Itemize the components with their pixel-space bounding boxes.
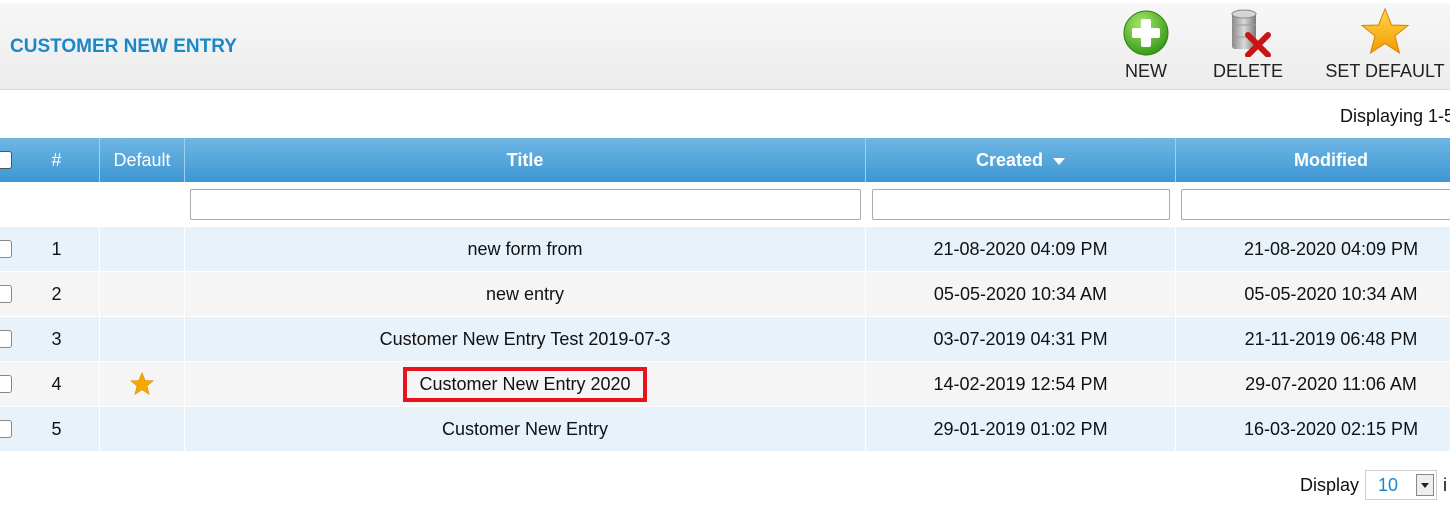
column-header-title[interactable]: Title: [185, 138, 866, 182]
created-filter-input[interactable]: [872, 189, 1170, 220]
set-default-label: SET DEFAULT: [1325, 61, 1445, 81]
new-label: NEW: [1125, 61, 1167, 81]
row-title[interactable]: Customer New Entry: [442, 419, 608, 440]
row-modified: 29-07-2020 11:06 AM: [1245, 373, 1417, 394]
row-checkbox[interactable]: [0, 240, 12, 258]
database-delete-icon: [1231, 9, 1271, 57]
column-header-default[interactable]: Default: [100, 138, 185, 182]
table-header: # Default Title Created Modified: [0, 138, 1450, 182]
row-created: 14-02-2019 12:54 PM: [866, 362, 1176, 406]
row-title-cell[interactable]: Customer New Entry 2020: [185, 362, 866, 406]
page-size-select[interactable]: 10: [1365, 470, 1438, 500]
set-default-button[interactable]: SET DEFAULT: [1318, 7, 1450, 82]
items-label: i: [1443, 474, 1448, 495]
row-default-cell: [100, 272, 185, 316]
row-modified: 21-11-2019 06:48 PM: [1244, 328, 1418, 349]
row-number: 5: [14, 407, 100, 451]
star-icon: [1360, 7, 1410, 55]
row-number: 4: [14, 362, 100, 406]
page-title: CUSTOMER NEW ENTRY: [10, 36, 237, 57]
column-header-modified[interactable]: Modified: [1176, 138, 1450, 182]
table-row[interactable]: 5 Customer New Entry 29-01-2019 01:02 PM 16…: [0, 407, 1450, 452]
column-header-num[interactable]: #: [14, 138, 100, 182]
row-created: 05-05-2020 10:34 AM: [866, 272, 1176, 316]
displaying-count: Displaying 1-5: [1340, 106, 1450, 126]
sort-descending-icon: [1053, 158, 1066, 165]
filter-row: [0, 182, 1450, 226]
row-created: 03-07-2019 04:31 PM: [866, 317, 1176, 361]
delete-label: DELETE: [1212, 61, 1284, 81]
row-checkbox[interactable]: [0, 285, 12, 303]
chevron-down-icon[interactable]: [1416, 474, 1435, 496]
row-number: 2: [14, 272, 100, 316]
column-header-created[interactable]: Created: [866, 138, 1176, 182]
row-checkbox[interactable]: [0, 420, 12, 438]
delete-button[interactable]: DELETE: [1205, 7, 1291, 82]
row-title[interactable]: new entry: [486, 284, 564, 305]
plus-circle-icon: [1123, 10, 1169, 56]
row-title-cell[interactable]: Customer New Entry: [185, 407, 866, 451]
row-checkbox[interactable]: [0, 330, 12, 348]
new-button[interactable]: NEW: [1118, 7, 1174, 82]
default-star-icon: [129, 371, 155, 396]
select-all-checkbox[interactable]: [0, 151, 12, 169]
table-row[interactable]: 3 Customer New Entry Test 2019-07-3 03-07-…: [0, 317, 1450, 362]
pagination-footer: Display 10 i: [1300, 470, 1447, 500]
row-title[interactable]: Customer New Entry Test 2019-07-3: [380, 329, 671, 350]
row-modified: 16-03-2020 02:15 PM: [1243, 418, 1419, 439]
row-modified: 21-08-2020 04:09 PM: [1243, 238, 1419, 259]
row-created: 21-08-2020 04:09 PM: [866, 227, 1176, 271]
table-row[interactable]: 2 new entry 05-05-2020 10:34 AM 05-05-2020 …: [0, 272, 1450, 317]
row-title-cell[interactable]: new form from: [185, 227, 866, 271]
row-title-cell[interactable]: new entry: [185, 272, 866, 316]
row-number: 1: [14, 227, 100, 271]
row-title-cell[interactable]: Customer New Entry Test 2019-07-3: [185, 317, 866, 361]
row-number: 3: [14, 317, 100, 361]
row-default-cell: [100, 362, 185, 406]
page-header: CUSTOMER NEW ENTRY NEW DELETE SET DEFAUL…: [0, 0, 1450, 90]
row-default-cell: [100, 407, 185, 451]
column-header-created-label: Created: [975, 149, 1044, 170]
row-created: 29-01-2019 01:02 PM: [866, 407, 1176, 451]
display-label: Display: [1300, 474, 1360, 495]
row-modified: 05-05-2020 10:34 AM: [1244, 283, 1418, 304]
row-title[interactable]: new form from: [467, 239, 582, 260]
title-filter-input[interactable]: [190, 189, 861, 220]
row-checkbox[interactable]: [0, 375, 12, 393]
highlighted-row-title[interactable]: Customer New Entry 2020: [403, 366, 647, 402]
page-size-value: 10: [1378, 475, 1399, 495]
row-default-cell: [100, 317, 185, 361]
table-row[interactable]: 4 Customer New Entry 2020 14-02-2019 12:54…: [0, 362, 1450, 407]
table-row[interactable]: 1 new form from 21-08-2020 04:09 PM 21-08-2…: [0, 227, 1450, 272]
row-default-cell: [100, 227, 185, 271]
modified-filter-input[interactable]: [1181, 189, 1450, 220]
